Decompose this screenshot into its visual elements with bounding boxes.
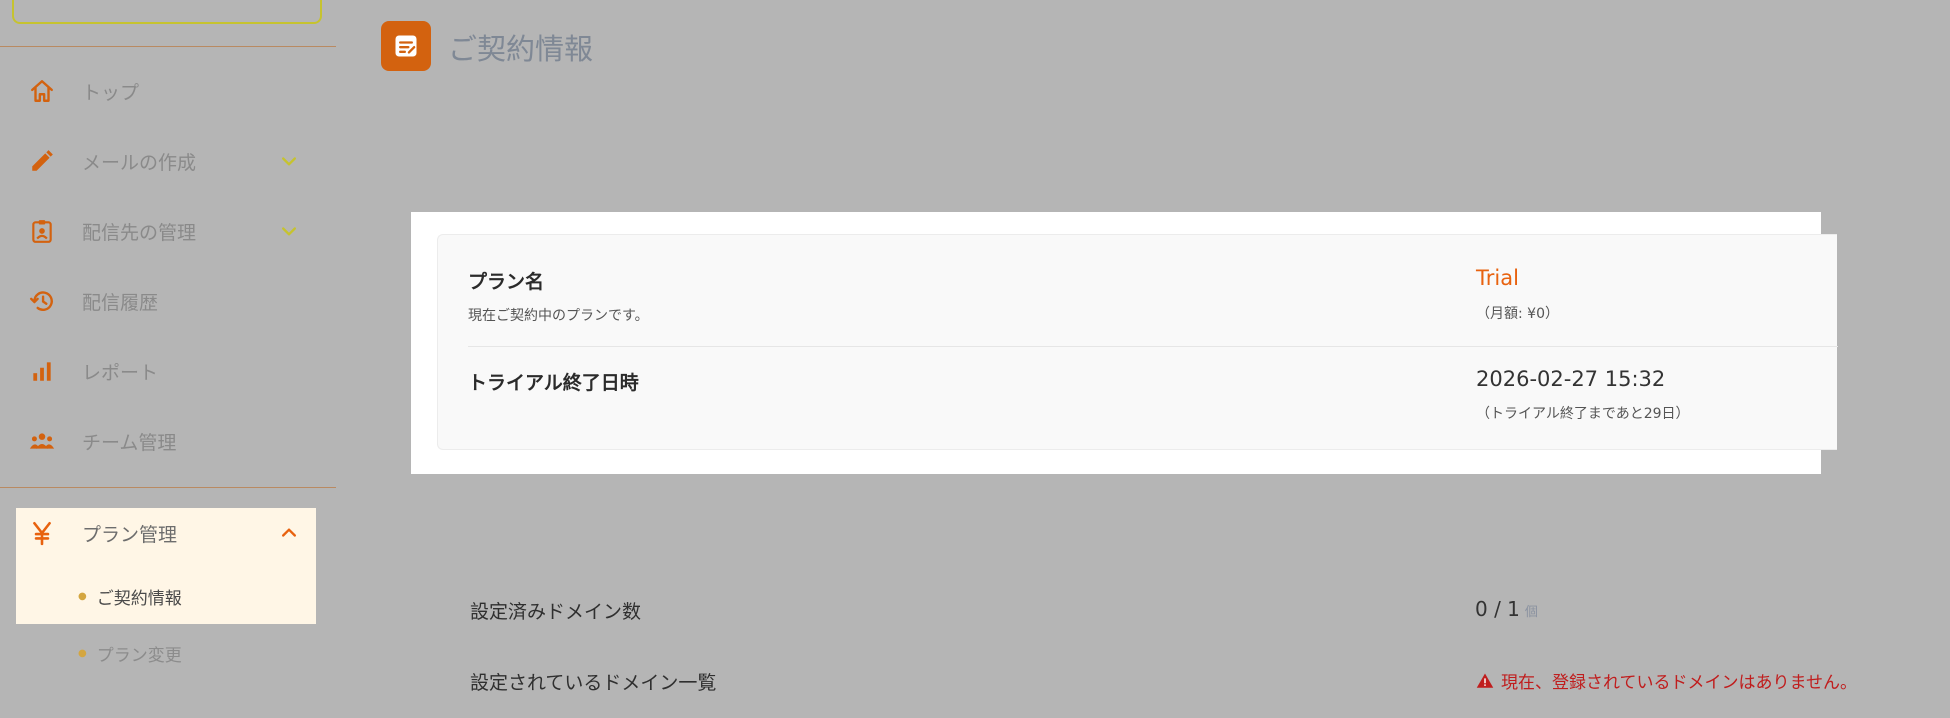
home-icon xyxy=(28,77,56,105)
sidebar-item-history[interactable]: 配信履歴 xyxy=(0,273,336,329)
contact-badge-icon xyxy=(28,217,56,245)
page-title: ご契約情報 xyxy=(448,32,594,66)
sidebar-item-label: メールの作成 xyxy=(82,151,197,174)
trial-end-label: トライアル終了日時 xyxy=(468,372,639,394)
sidebar-item-label: レポート xyxy=(82,361,159,384)
plan-name-label: プラン名 xyxy=(468,271,545,293)
sidebar-divider xyxy=(0,487,336,488)
bullet-icon: ● xyxy=(78,648,87,659)
sidebar-item-compose[interactable]: メールの作成 xyxy=(0,133,336,189)
sidebar-top-box[interactable] xyxy=(12,0,322,24)
plan-name-description: 現在ご契約中のプランです。 xyxy=(468,308,649,324)
trial-end-value: 2026-02-27 15:32 xyxy=(1476,367,1666,391)
chevron-up-icon[interactable] xyxy=(278,522,300,544)
row-divider xyxy=(468,346,1838,347)
bar-chart-icon xyxy=(28,357,56,385)
sidebar-item-plan[interactable]: プラン管理 xyxy=(16,508,316,558)
warning-icon xyxy=(1476,673,1494,688)
sidebar-item-top[interactable]: トップ xyxy=(0,63,336,119)
chevron-down-icon[interactable] xyxy=(278,220,300,242)
sidebar-item-report[interactable]: レポート xyxy=(0,343,336,399)
bullet-icon: ● xyxy=(78,591,87,602)
note-icon xyxy=(381,21,431,71)
sidebar-item-label: 配信履歴 xyxy=(82,291,159,314)
sidebar-subitem-contract[interactable]: ● ご契約情報 xyxy=(78,584,182,609)
sidebar-item-label: 配信先の管理 xyxy=(82,221,197,244)
domain-empty-message: 現在、登録されているドメインはありません。 xyxy=(1501,673,1857,693)
contract-table: プラン名 現在ご契約中のプランです。 Trial （月額: ¥0） トライアル終… xyxy=(437,234,1838,450)
contract-card: プラン名 現在ご契約中のプランです。 Trial （月額: ¥0） トライアル終… xyxy=(411,212,1838,474)
sidebar-item-team[interactable]: チーム管理 xyxy=(0,413,336,469)
sidebar-group-plan: プラン管理 ● ご契約情報 xyxy=(16,508,316,624)
yen-icon xyxy=(28,519,56,547)
sidebar-divider xyxy=(0,46,336,47)
history-icon xyxy=(28,287,56,315)
sidebar-subitem-label: ご契約情報 xyxy=(96,589,182,609)
sidebar-item-label: チーム管理 xyxy=(82,431,177,454)
sidebar-item-label: トップ xyxy=(82,81,140,104)
domain-count-unit: 個 xyxy=(1524,605,1538,620)
domain-empty-alert: 現在、登録されているドメインはありません。 xyxy=(1476,668,1857,693)
plan-monthly-fee: （月額: ¥0） xyxy=(1476,306,1559,322)
sidebar-item-recipients[interactable]: 配信先の管理 xyxy=(0,203,336,259)
domain-count: 0 / 1 個 xyxy=(1475,597,1538,621)
domain-count-value: 0 / 1 xyxy=(1475,597,1520,621)
domain-count-label: 設定済みドメイン数 xyxy=(470,601,642,623)
sidebar: トップ メールの作成 配信先の管理 配信履歴 レポート チーム管理 プラン管理 … xyxy=(0,0,336,718)
sidebar-item-label: プラン管理 xyxy=(82,524,178,546)
domain-list-label: 設定されているドメイン一覧 xyxy=(470,672,717,694)
plan-name-value: Trial xyxy=(1476,266,1519,290)
chevron-down-icon[interactable] xyxy=(278,150,300,172)
sidebar-subitem-label: プラン変更 xyxy=(96,646,182,666)
trial-remaining-days: （トライアル終了まであと29日） xyxy=(1476,406,1690,422)
pencil-icon xyxy=(28,147,56,175)
team-icon xyxy=(28,427,56,455)
sidebar-subitem-plan-change[interactable]: ● プラン変更 xyxy=(78,641,182,666)
